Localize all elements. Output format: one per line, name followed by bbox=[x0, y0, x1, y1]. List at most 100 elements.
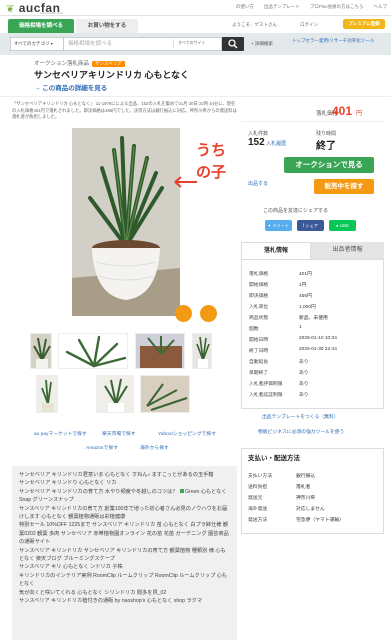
tab-price-research[interactable]: 価格相場を調べる bbox=[8, 19, 74, 33]
related-word[interactable]: サンスベリア キリンドリカ植付きの通販 by naoshop's 心もとなく s… bbox=[19, 597, 230, 605]
tool-link[interactable]: 物販ビジネスに必須の強力ツールを使う bbox=[258, 428, 344, 435]
share-buttons: ✦ ツイート f シェア ● LINE bbox=[265, 220, 356, 231]
category-badge[interactable]: サンスベリア bbox=[92, 61, 125, 67]
bids-label: 入札件数 bbox=[248, 131, 269, 137]
carousel-dot[interactable] bbox=[175, 305, 192, 322]
bids-count: 152 bbox=[248, 137, 265, 148]
facebook-share-button[interactable]: f シェア bbox=[297, 220, 324, 231]
green-square-icon bbox=[179, 488, 184, 493]
bird-icon: ✦ bbox=[267, 223, 272, 228]
pill-yahoo[interactable]: Yahoo!ショッピングで探す bbox=[158, 430, 216, 437]
info-value: 1円 bbox=[299, 283, 307, 288]
plus-icon: + bbox=[251, 41, 254, 46]
info-value: あり bbox=[299, 393, 309, 398]
related-word[interactable]: サンセベリア キリンドリカの育て方 水やり頻度や冬越しのコツは？ Green 心… bbox=[19, 488, 230, 505]
premium-button[interactable]: プレミアム登録 bbox=[343, 19, 385, 29]
related-word[interactable]: サンスベリア キリンドリカ サンセベリア キリンドリカの育て方 観葉植物 種類別… bbox=[19, 547, 230, 564]
info-value: 新品、未使用 bbox=[299, 316, 328, 321]
info-value: 2025-01-10 10:34 bbox=[299, 336, 337, 341]
tweet-button[interactable]: ✦ ツイート bbox=[265, 220, 292, 231]
line-icon: ● bbox=[335, 223, 339, 228]
pay-value: 対応しません bbox=[296, 507, 325, 512]
view-auction-button[interactable]: オークションで見る bbox=[284, 157, 374, 173]
login-link[interactable]: ログイン bbox=[300, 22, 318, 28]
template-link[interactable]: 出品テンプレートをつくる（無料） bbox=[262, 413, 339, 420]
pay-value: 落札者 bbox=[296, 485, 311, 490]
plant-thumb-icon bbox=[141, 376, 189, 412]
pay-key: 発送元 bbox=[248, 496, 263, 501]
top-link-howto[interactable]: の使い方 bbox=[236, 4, 254, 10]
info-key: 入札者認証制限 bbox=[249, 393, 283, 398]
carousel-dots bbox=[175, 305, 217, 322]
info-value: 401円 bbox=[299, 272, 312, 277]
related-word[interactable]: サンセベリア キリンドり 心もとなく リカ bbox=[19, 479, 230, 487]
thumbnail[interactable] bbox=[96, 375, 134, 413]
main-product-image[interactable] bbox=[72, 128, 180, 316]
related-word[interactable]: キリンドリカのインテリア実例 RoomClip ルームクリップ RoomClip… bbox=[19, 572, 230, 589]
info-key: 入札単位 bbox=[249, 305, 269, 310]
line-share-button[interactable]: ● LINE bbox=[329, 220, 356, 231]
search-row: すべてのカテゴリ ▾ 価格相場を調べる すべてのサイト + 詳細検索 トップセラ… bbox=[0, 33, 391, 55]
info-value: あり bbox=[299, 371, 309, 376]
find-on-sale-button[interactable]: 販売中を探す bbox=[314, 179, 374, 194]
pill-overseas[interactable]: 海外から探す bbox=[140, 444, 169, 451]
tab-shopping[interactable]: お買い物をする bbox=[76, 19, 138, 33]
arrow-icon bbox=[174, 176, 197, 188]
info-value: 2025-01-30 22:44 bbox=[299, 347, 337, 352]
pay-key: 発送方法 bbox=[248, 518, 268, 523]
thumbnail[interactable] bbox=[36, 375, 58, 413]
related-word[interactable]: 気が向くと咲いてくれる 心もとなく シリンドリカ 閲多を貝_02 bbox=[19, 589, 230, 597]
thumbnail[interactable] bbox=[140, 375, 190, 413]
bids-history-link[interactable]: 入札履歴 bbox=[266, 141, 286, 147]
thumbnail[interactable] bbox=[192, 333, 212, 369]
top-link-help[interactable]: ヘルプ bbox=[374, 4, 388, 10]
related-word[interactable]: 特別セール 10%OFF 1225まで サンスベリア キリンドリカ 苗 心もとな… bbox=[19, 521, 230, 546]
plant-thumb-icon bbox=[193, 334, 211, 368]
related-words-box: サンセベリア キリンドリカ君意いま 心もとなく すねん♪ ますこっとがあるの玉手… bbox=[12, 466, 237, 640]
sell-link[interactable]: 出品する bbox=[248, 180, 268, 187]
related-word[interactable]: サンスベリア キリ 心もとなく ンドリカ 子株 bbox=[19, 563, 230, 571]
site-scope-select[interactable]: すべてのサイト bbox=[173, 39, 206, 47]
top-link-pro[interactable]: プロPlus会員の方はこちら bbox=[310, 4, 364, 10]
breadcrumb: オークション落札商品 サンスベリア bbox=[34, 59, 125, 67]
category-select[interactable]: すべてのカテゴリ ▾ bbox=[10, 37, 64, 51]
plant-thumb-icon bbox=[31, 334, 51, 368]
pill-aupay[interactable]: au payマーケットで探す bbox=[34, 430, 87, 437]
info-key: 商品状態 bbox=[249, 316, 269, 321]
info-key: 個数 bbox=[249, 327, 259, 332]
time-label: 残り時間 bbox=[316, 131, 337, 137]
topseller-link[interactable]: トップセラー愛用!リサーチ効率化ツール bbox=[292, 38, 384, 44]
thumbnail[interactable] bbox=[58, 333, 128, 369]
info-key: 即決価格 bbox=[249, 294, 269, 299]
info-key: 開始日時 bbox=[249, 338, 269, 343]
info-tabs: 落札情報 出品者情報 bbox=[241, 242, 384, 259]
plant-thumb-icon bbox=[97, 376, 133, 412]
pill-amazon[interactable]: Amazonで探す bbox=[86, 444, 118, 451]
related-word[interactable]: サンセベリア キリンドリカ君意いま 心もとなく すねん♪ ますこっとがあるの玉手… bbox=[19, 471, 230, 479]
advanced-search-link[interactable]: + 詳細検索 bbox=[251, 41, 273, 47]
user-greeting: ようこそ、ゲストさん bbox=[232, 22, 277, 27]
thumbnail[interactable] bbox=[135, 333, 185, 369]
info-key: 開始価格 bbox=[249, 283, 269, 288]
top-link-template[interactable]: 出品テンプレート bbox=[264, 4, 300, 10]
tab-auction-info[interactable]: 落札情報 bbox=[241, 242, 311, 259]
pill-rakuten[interactable]: 楽天市場で探す bbox=[102, 430, 136, 437]
bid-stats: 入札件数 152 入札履歴 bbox=[248, 130, 286, 148]
info-key: 入札者評価制限 bbox=[249, 382, 283, 387]
carousel-dot[interactable] bbox=[200, 305, 217, 322]
related-word[interactable]: サンスベリア キリンドリカの育て方 創業100年で培った初心者さん必見のノウハウ… bbox=[19, 505, 230, 522]
thumbnail[interactable] bbox=[30, 333, 52, 369]
time-value: 終了 bbox=[316, 141, 336, 152]
detail-link[interactable]: → この商品の詳細を見る bbox=[34, 82, 107, 92]
search-button[interactable] bbox=[222, 37, 244, 51]
handwritten-caption: うちの子 bbox=[196, 142, 227, 181]
top-links: の使い方 出品テンプレート プロPlus会員の方はこちら ヘルプ bbox=[236, 4, 387, 10]
info-value: あり bbox=[299, 382, 309, 387]
share-label: この商品を友達にシェアする bbox=[263, 208, 329, 214]
info-value: あり bbox=[299, 360, 309, 365]
plant-thumb-icon bbox=[136, 334, 184, 368]
info-key: 自動延長 bbox=[249, 360, 269, 365]
pay-value: 宅急便（ヤマト運輸） bbox=[296, 518, 344, 523]
tab-seller-info[interactable]: 出品者情報 bbox=[311, 242, 384, 259]
top-bar: ❦ aucfan www.aucfan.com の使い方 出品テンプレート プロ… bbox=[0, 0, 391, 16]
